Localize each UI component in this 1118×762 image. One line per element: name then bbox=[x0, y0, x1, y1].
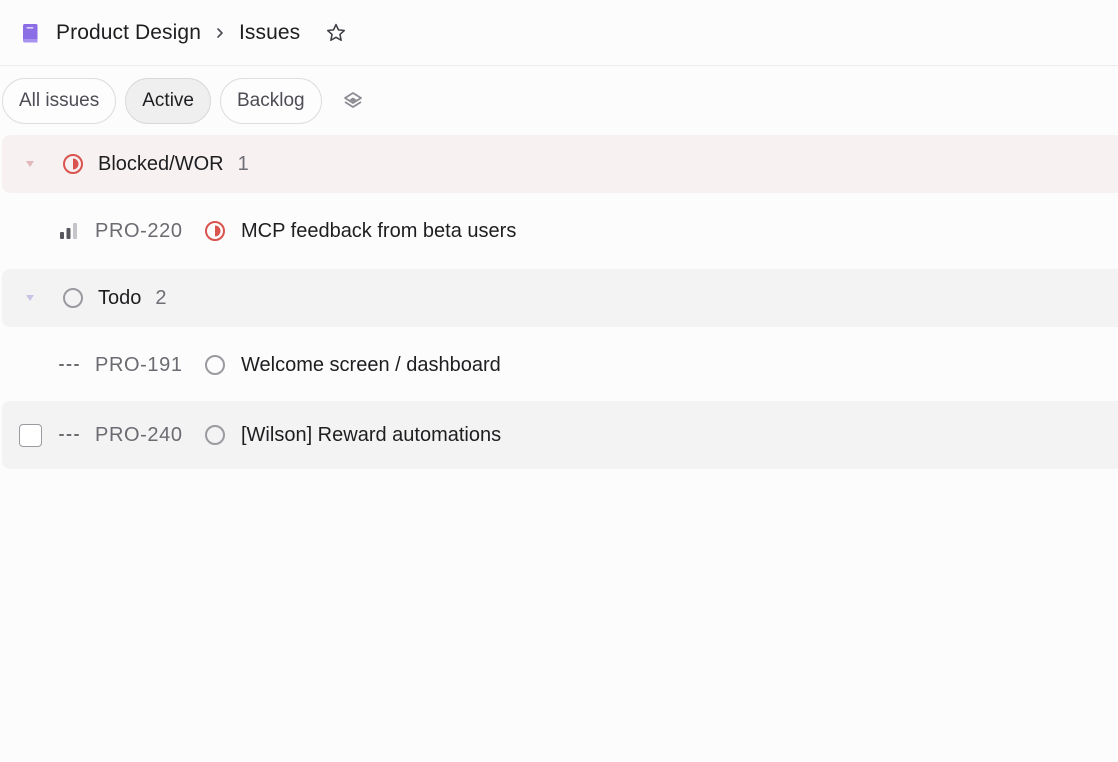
group-name: Todo bbox=[98, 286, 142, 309]
issue-id: PRO-191 bbox=[95, 353, 183, 376]
breadcrumb-page[interactable]: Issues bbox=[239, 21, 300, 45]
issue-id: PRO-240 bbox=[95, 423, 183, 446]
select-checkbox[interactable] bbox=[19, 423, 42, 447]
priority-medium-icon[interactable] bbox=[57, 221, 81, 241]
blocked-status-icon[interactable] bbox=[204, 220, 226, 242]
todo-status-icon[interactable] bbox=[204, 424, 226, 446]
group-name: Blocked/WOR bbox=[98, 152, 224, 175]
group-count: 2 bbox=[155, 286, 167, 309]
group-header-todo[interactable]: Todo 2 bbox=[2, 269, 1118, 327]
book-icon[interactable] bbox=[19, 22, 41, 44]
no-priority-icon[interactable] bbox=[57, 355, 81, 375]
tab-all-issues[interactable]: All issues bbox=[2, 77, 117, 124]
issue-row[interactable]: PRO-220 MCP feedback from beta users bbox=[2, 197, 1118, 265]
issue-title: MCP feedback from beta users bbox=[241, 219, 517, 242]
group-header-blocked[interactable]: Blocked/WOR 1 bbox=[2, 135, 1118, 193]
issue-row[interactable]: PRO-240 [Wilson] Reward automations bbox=[2, 401, 1118, 469]
star-icon[interactable] bbox=[324, 21, 348, 45]
breadcrumb-project[interactable]: Product Design bbox=[56, 21, 201, 45]
blocked-status-icon bbox=[62, 153, 84, 175]
layers-icon[interactable] bbox=[341, 89, 365, 113]
view-tabs: All issues Active Backlog bbox=[2, 77, 365, 124]
group-count: 1 bbox=[237, 152, 249, 175]
tab-backlog[interactable]: Backlog bbox=[220, 77, 322, 124]
breadcrumb: Product Design Issues bbox=[0, 0, 1118, 66]
todo-status-icon[interactable] bbox=[204, 354, 226, 376]
caret-down-icon[interactable] bbox=[24, 160, 36, 168]
issue-title: [Wilson] Reward automations bbox=[241, 423, 502, 446]
issue-title: Welcome screen / dashboard bbox=[241, 353, 501, 376]
no-priority-icon[interactable] bbox=[57, 425, 81, 445]
tab-active[interactable]: Active bbox=[125, 77, 211, 124]
chevron-right-icon bbox=[213, 25, 229, 41]
issue-id: PRO-220 bbox=[95, 219, 183, 242]
caret-down-icon[interactable] bbox=[24, 294, 36, 302]
issue-row[interactable]: PRO-191 Welcome screen / dashboard bbox=[2, 331, 1118, 399]
todo-status-icon bbox=[62, 287, 84, 309]
